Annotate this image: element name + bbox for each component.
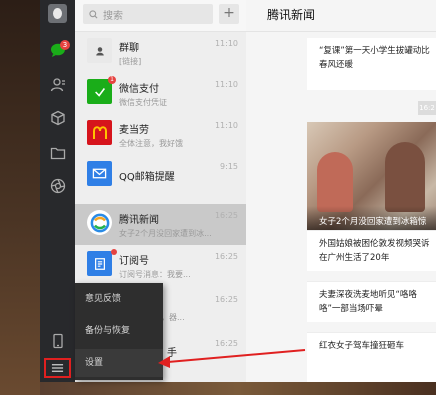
files-icon[interactable]	[49, 145, 66, 161]
chat-preview: 女子2个月没回家遭到冰...	[119, 229, 212, 238]
chat-name: 群聊	[119, 43, 139, 54]
chat-item-subscriptions[interactable]: 订阅号 订阅号消息：我要... 16:25	[75, 245, 246, 286]
contacts-icon[interactable]	[49, 77, 66, 93]
search-placeholder: 搜索	[103, 10, 123, 22]
main-panel: 腾讯新闻 “复课”第一天小学生拔罐动比春风还暖 16:2 女子2个月没回家遭到冰…	[246, 0, 436, 382]
chat-name: QQ邮箱提醒	[119, 172, 175, 183]
chat-preview: 微信支付凭证	[119, 98, 167, 107]
add-chat-button[interactable]: +	[219, 4, 239, 24]
unread-dot	[111, 249, 117, 255]
chat-item-wechat-pay[interactable]: 1 微信支付 微信支付凭证 11:10	[75, 73, 246, 114]
page-title: 腾讯新闻	[267, 8, 316, 22]
desktop-background-left	[0, 0, 40, 395]
mcdonalds-logo-icon	[87, 120, 112, 145]
news-item[interactable]: 夫妻深夜洗麦地听见“咯咯咯”一部当场吓晕	[307, 281, 436, 322]
chat-time: 11:10	[214, 80, 238, 89]
news-item-title: 外国姑娘被困伦敦发视频哭诉在广州生活了20年	[319, 239, 430, 263]
chat-time: 11:10	[214, 121, 238, 130]
main-header: 腾讯新闻	[246, 0, 436, 32]
news-item[interactable]: 外国姑娘被困伦敦发视频哭诉在广州生活了20年	[307, 230, 436, 271]
phone-icon[interactable]	[49, 333, 66, 349]
menu-item-backup-restore[interactable]: 备份与恢复	[75, 317, 163, 345]
news-item[interactable]: 红衣女子驾车撞狂砸车	[307, 332, 436, 382]
search-input[interactable]: 搜索	[83, 4, 213, 24]
chat-name: 麦当劳	[119, 125, 149, 136]
group-avatar-icon	[87, 38, 112, 63]
chat-preview: [链接]	[119, 57, 142, 66]
search-icon	[89, 9, 98, 18]
chat-item-qq-mail[interactable]: QQ邮箱提醒 9:15	[75, 155, 246, 196]
favorites-icon[interactable]	[49, 110, 66, 126]
chat-time: 11:10	[214, 39, 238, 48]
search-bar: 搜索 +	[75, 0, 246, 32]
time-tag: 16:2	[418, 101, 436, 115]
chat-name: 微信支付	[119, 84, 159, 95]
mail-icon	[87, 161, 112, 186]
image-figure	[317, 152, 353, 212]
news-featured-image[interactable]: 女子2个月没回家遭到冰箱惊	[307, 122, 436, 230]
chat-time: 16:25	[214, 252, 238, 261]
unread-badge: 3	[60, 40, 70, 50]
avatar[interactable]	[48, 4, 67, 23]
chat-item-tencent-news[interactable]: 腾讯新闻 女子2个月没回家遭到冰... 16:25	[75, 204, 246, 245]
chat-name: 手	[167, 348, 177, 359]
news-item-title: 红衣女子驾车撞狂砸车	[319, 341, 405, 351]
chat-name: 订阅号	[119, 256, 149, 267]
news-image-caption: 女子2个月没回家遭到冰箱惊	[307, 206, 436, 230]
desktop-background-bottom	[40, 382, 436, 395]
tencent-news-icon	[87, 210, 112, 235]
menu-item-settings[interactable]: 设置	[75, 349, 163, 377]
menu-button[interactable]	[44, 358, 71, 378]
news-item-title: 夫妻深夜洗麦地听见“咯咯咯”一部当场吓晕	[319, 290, 417, 314]
chat-item-group[interactable]: 群聊 [链接] 11:10	[75, 32, 246, 73]
news-card-top[interactable]: “复课”第一天小学生拔罐动比春风还暖	[307, 38, 436, 90]
chat-time: 16:25	[214, 295, 238, 304]
chat-item-mcdonalds[interactable]: 麦当劳 全体注意，我好饿 11:10	[75, 114, 246, 155]
news-card-text: “复课”第一天小学生拔罐动比春风还暖	[319, 46, 430, 70]
chat-time: 16:25	[214, 339, 238, 348]
moments-icon[interactable]	[49, 178, 66, 194]
menu-item-feedback[interactable]: 意见反馈	[75, 285, 163, 313]
sidebar: 3	[40, 0, 75, 382]
subscription-icon	[87, 251, 112, 276]
chat-preview: 订阅号消息：我要...	[119, 270, 191, 279]
settings-popup-menu: 意见反馈 备份与恢复 设置	[75, 283, 163, 380]
chat-preview: 全体注意，我好饿	[119, 139, 183, 148]
menu-icon	[51, 364, 64, 372]
chat-name: 腾讯新闻	[119, 215, 159, 226]
chat-time: 16:25	[214, 211, 238, 220]
unread-badge: 1	[108, 76, 116, 84]
image-figure	[385, 142, 425, 212]
chat-time: 9:15	[220, 162, 238, 171]
